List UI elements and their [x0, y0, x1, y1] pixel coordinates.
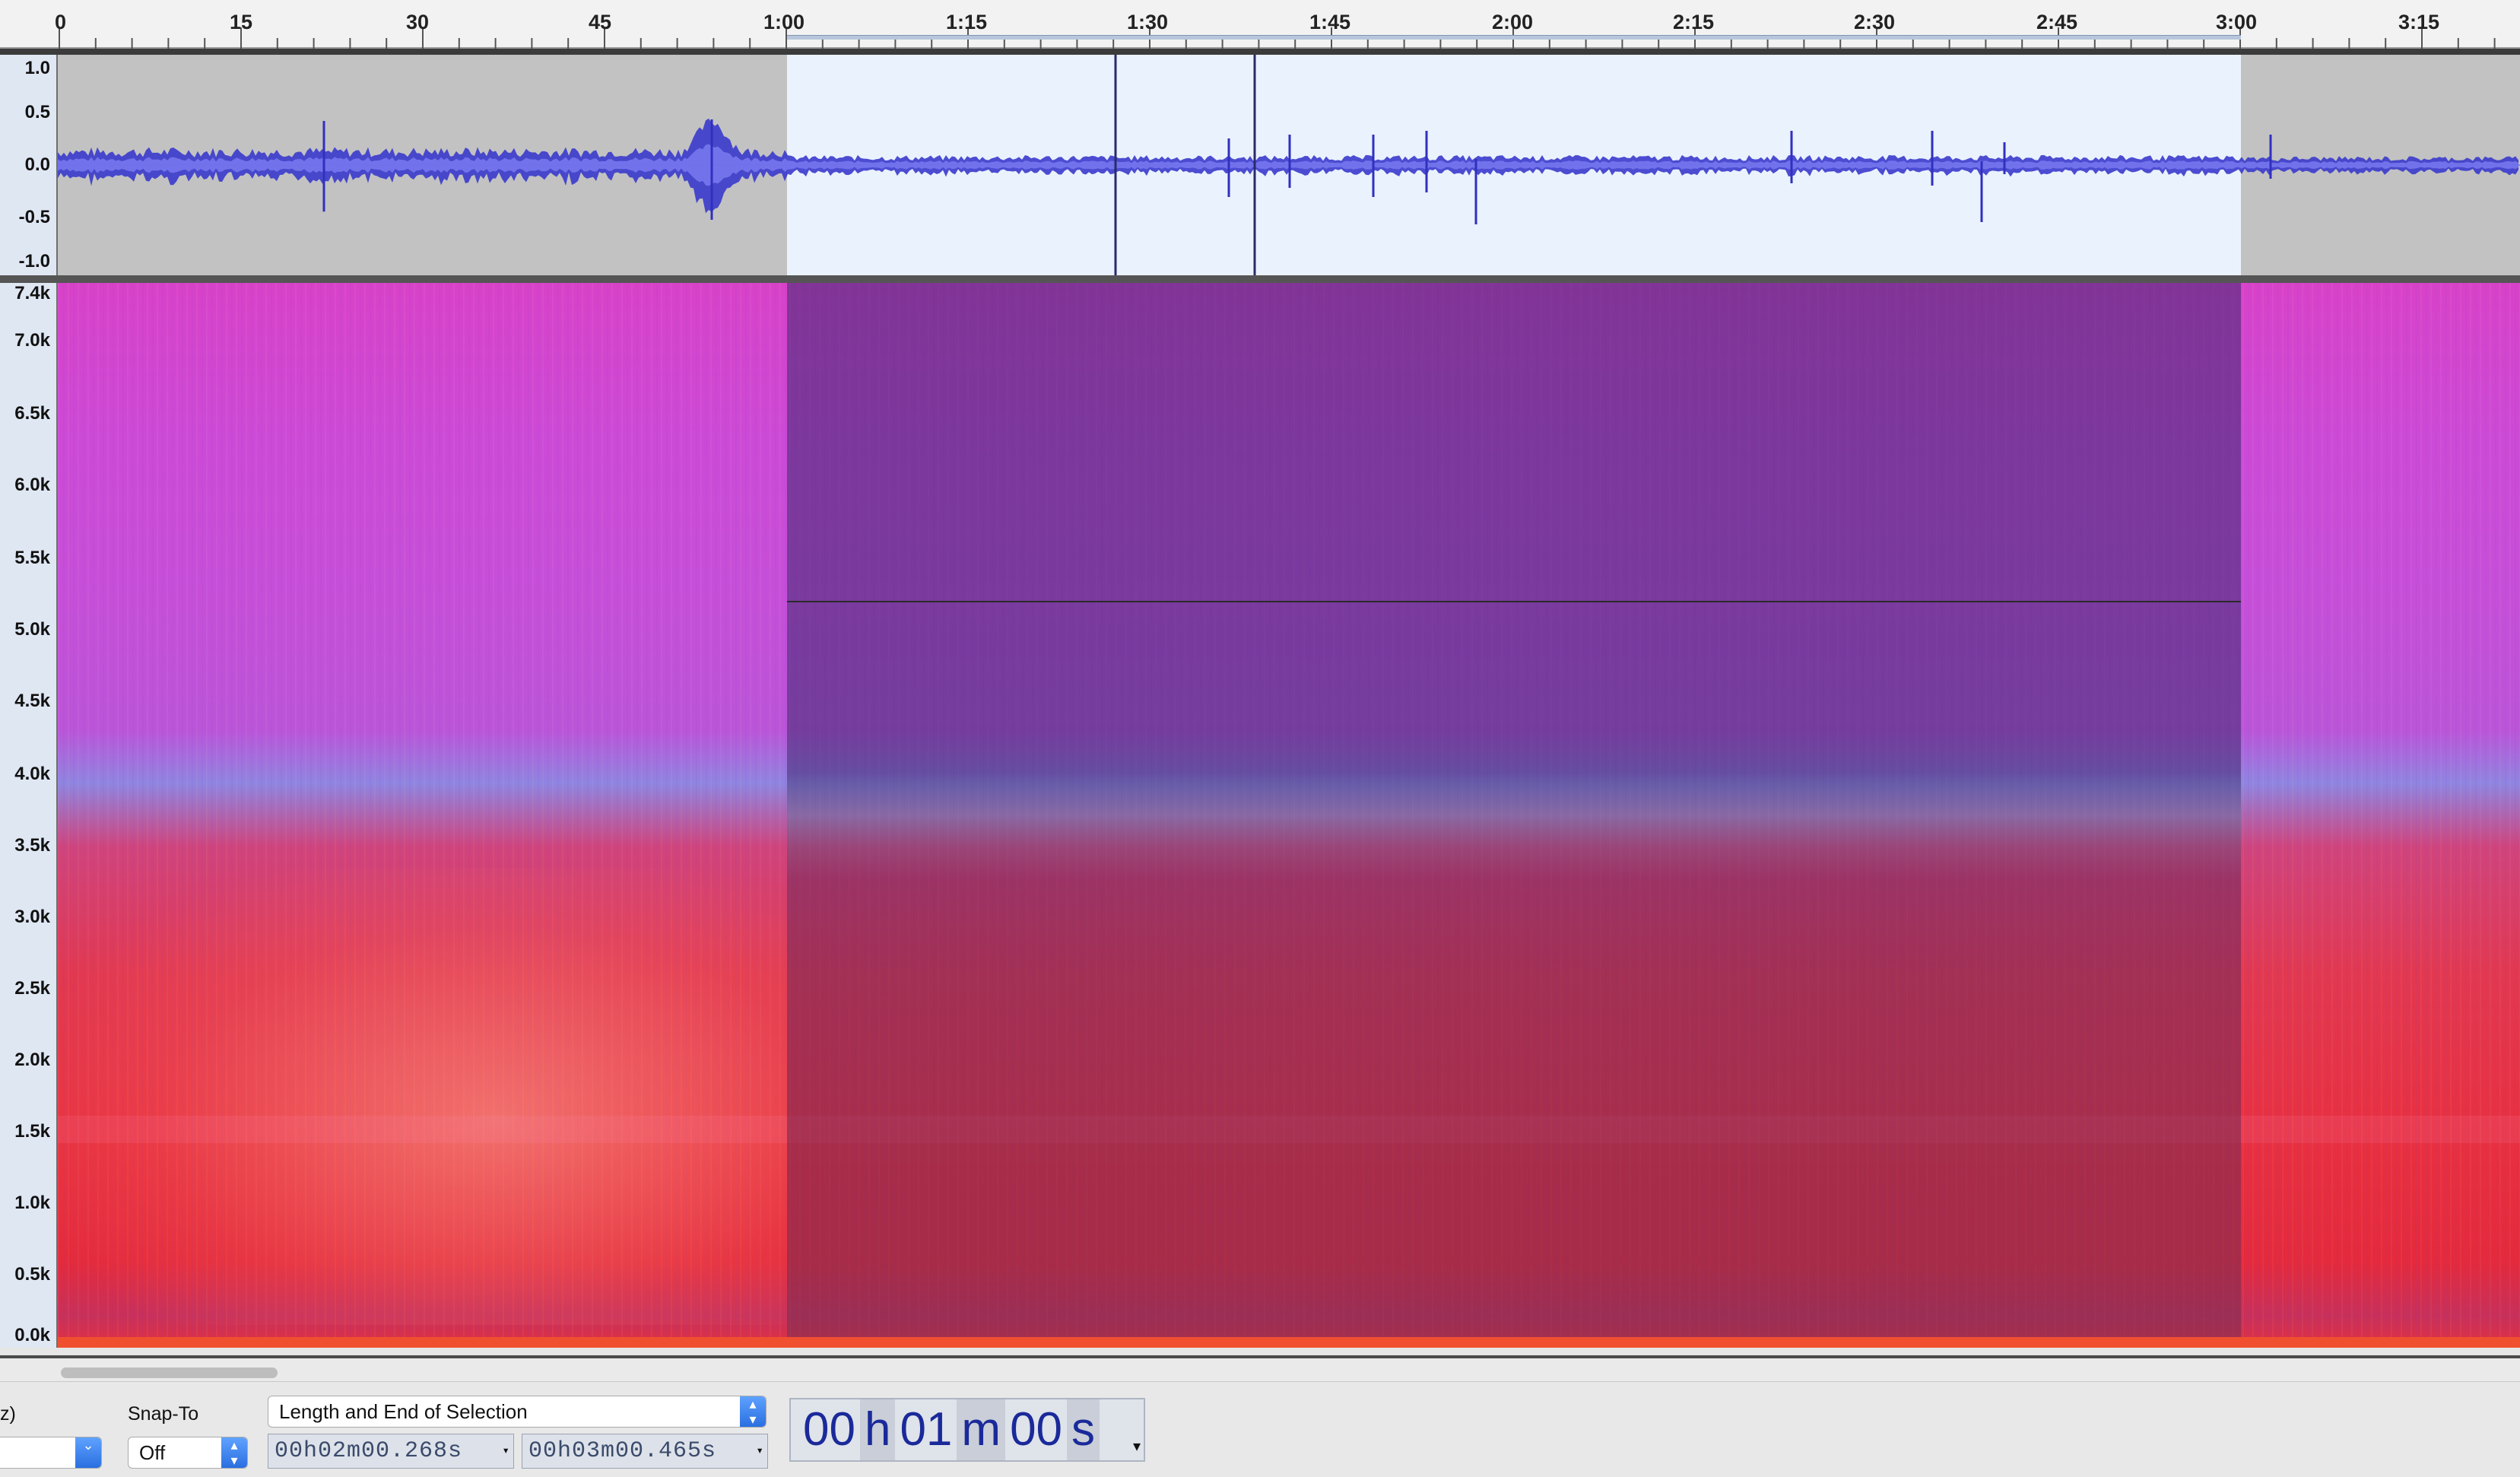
spectrogram-energy [58, 869, 787, 1325]
project-rate-label: z) [0, 1403, 16, 1425]
updown-arrows-icon: ▴ ▾ [740, 1396, 766, 1427]
chevron-down-icon: ⌄ [75, 1437, 101, 1468]
tick-label: 1:30 [1127, 11, 1169, 33]
waveform-amplitude-scale[interactable]: 1.0 0.5 0.0 -0.5 -1.0 [0, 55, 58, 275]
amplitude-label: 1.0 [24, 58, 50, 78]
scrollbar-thumb[interactable] [61, 1367, 278, 1378]
snap-to-select[interactable]: Off ▴ ▾ [128, 1437, 248, 1469]
amplitude-label: 0.5 [24, 102, 50, 122]
frequency-label: 0.5k [14, 1264, 50, 1285]
dropdown-caret-icon[interactable]: ▾ [502, 1434, 510, 1468]
selection-length-value: 00h02m00.268s [275, 1438, 463, 1464]
snap-to-label: Snap-To [128, 1403, 199, 1425]
waveform-view[interactable] [58, 55, 2520, 275]
audio-position-display[interactable]: 00 h 01 m 00 s ▾ [789, 1398, 1145, 1462]
tick-label: 45 [589, 11, 612, 33]
dropdown-caret-icon[interactable]: ▾ [756, 1434, 764, 1468]
frequency-label: 4.5k [14, 691, 50, 711]
tick-label: 1:00 [763, 11, 805, 33]
amplitude-label: -1.0 [18, 251, 50, 272]
snap-to-value: Off [139, 1441, 166, 1464]
selection-end-field[interactable]: 00h03m00.465s ▾ [522, 1434, 768, 1469]
track-top-border [0, 49, 2520, 55]
amplitude-label: 0.0 [24, 154, 50, 175]
tick-label: 3:00 [2216, 11, 2258, 33]
updown-arrows-icon: ▴ ▾ [221, 1437, 247, 1468]
spectrogram-baseline [58, 1337, 2520, 1348]
selection-mode-value: Length and End of Selection [279, 1400, 528, 1423]
frequency-label: 1.0k [14, 1193, 50, 1213]
track-separator [0, 275, 2520, 283]
tick-label: 2:45 [2036, 11, 2078, 33]
tick-label: 2:00 [1492, 11, 1534, 33]
seconds-unit: s [1067, 1399, 1100, 1460]
amplitude-label: -0.5 [18, 207, 50, 227]
frequency-label: 3.0k [14, 907, 50, 927]
selection-toolbar: z) ⌄ Snap-To Off ▴ ▾ Length and End of Se… [0, 1381, 2520, 1477]
frequency-label: 5.0k [14, 619, 50, 640]
audio-position-minutes: 01 [900, 1403, 953, 1456]
frequency-label: 2.0k [14, 1050, 50, 1070]
minutes-unit: m [957, 1399, 1006, 1460]
dropdown-caret-icon[interactable]: ▾ [1133, 1416, 1141, 1477]
frequency-label: 6.0k [14, 475, 50, 495]
frequency-label: 5.5k [14, 548, 50, 568]
tick-label: 1:15 [946, 11, 988, 33]
horizontal-scrollbar[interactable] [0, 1355, 2520, 1381]
frequency-label: 6.5k [14, 403, 50, 424]
selection-center-frequency-line[interactable] [787, 601, 2241, 602]
selection-length-field[interactable]: 00h02m00.268s ▾ [268, 1434, 514, 1469]
frequency-label: 7.0k [14, 330, 50, 351]
tick-label: 1:45 [1309, 11, 1351, 33]
tick-label: 0 [55, 11, 67, 33]
tick-label: 3:15 [2398, 11, 2440, 33]
tick-label: 15 [230, 11, 253, 33]
audio-position-seconds: 00 [1010, 1403, 1063, 1456]
waveform-graphic [58, 55, 2520, 275]
frequency-label: 0.0k [14, 1325, 50, 1345]
tick-label: 30 [406, 11, 430, 33]
frequency-label: 7.4k [14, 283, 50, 303]
frequency-label: 3.5k [14, 835, 50, 856]
frequency-label: 1.5k [14, 1121, 50, 1142]
project-rate-select[interactable]: ⌄ [0, 1437, 102, 1469]
timeline-ruler[interactable]: 0 15 30 45 1:00 1:15 1:30 1:45 2:00 2:15… [0, 0, 2520, 49]
tick-label: 2:30 [1854, 11, 1896, 33]
spectrogram-view[interactable] [58, 283, 2520, 1348]
frequency-label: 2.5k [14, 978, 50, 999]
frequency-scale[interactable]: 7.4k 7.0k 6.5k 6.0k 5.5k 5.0k 4.5k 4.0k … [0, 283, 58, 1348]
frequency-label: 4.0k [14, 764, 50, 784]
ruler-selection-indicator[interactable] [787, 35, 2241, 40]
tick-label: 2:15 [1673, 11, 1715, 33]
selection-mode-select[interactable]: Length and End of Selection ▴ ▾ [268, 1396, 766, 1428]
audio-position-hours: 00 [803, 1403, 855, 1456]
ruler-ticks [59, 27, 2496, 49]
spectrogram-selection [787, 283, 2241, 1348]
selection-end-value: 00h03m00.465s [528, 1438, 717, 1464]
hours-unit: h [859, 1399, 896, 1460]
